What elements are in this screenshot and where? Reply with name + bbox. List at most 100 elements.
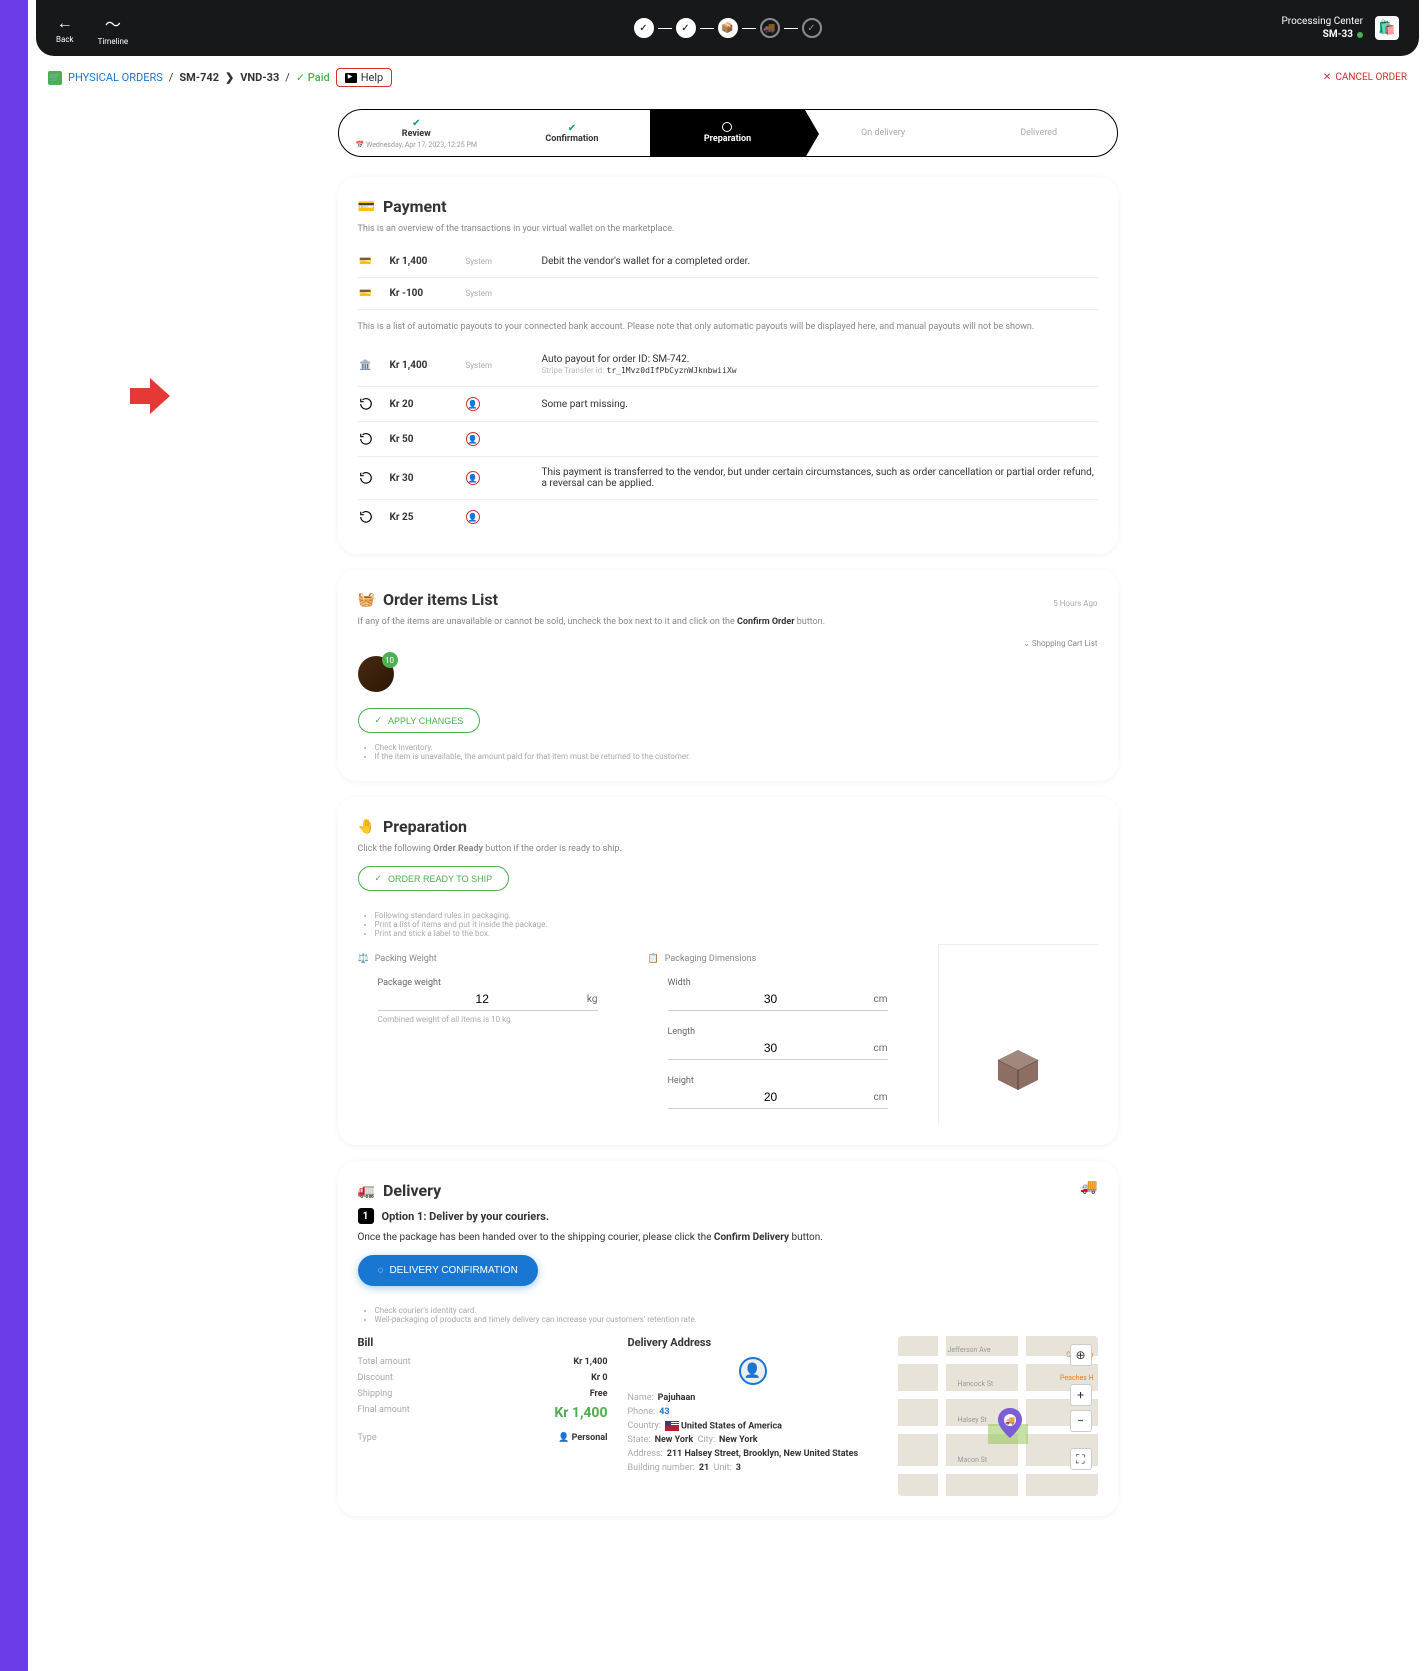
addr-unit: 3 [736,1463,741,1473]
delivery-confirmation-button[interactable]: ◌ DELIVERY CONFIRMATION [358,1255,538,1286]
bill-title: Bill [358,1336,608,1349]
payout-row: 🏛️ Kr 1,400 System Auto payout for order… [358,344,1098,387]
address-title: Delivery Address [628,1336,878,1349]
pay-desc: Auto payout for order ID: SM-742. Stripe… [542,354,1098,376]
step-delivered: Delivered [961,110,1117,156]
pay-amount: Kr 25 [390,512,450,523]
truck-icon: 🚛 [358,1183,375,1199]
weight-icon: ⚖️ [358,954,369,964]
height-input[interactable] [668,1090,874,1104]
breadcrumb: 🛒 PHYSICAL ORDERS / SM-742 ❯ VND-33 / ✓ … [48,68,392,87]
payment-card: 💳 Payment This is an overview of the tra… [338,177,1118,554]
map-label: Hancock St [958,1380,994,1388]
order-items-sub: If any of the items are unavailable or c… [358,617,1098,627]
addr-phone[interactable]: 43 [659,1407,669,1417]
order-stepper: ✔ Review 📅 Wednesday, Apr 17, 2023, 12:2… [338,109,1118,157]
bill-final: Kr 1,400 [554,1405,607,1421]
bill-discount: Kr 0 [591,1373,607,1383]
payout-row: Kr 20 👤 Some part missing. [358,387,1098,422]
weight-input[interactable] [378,992,587,1006]
bank-icon: 🏛️ [358,360,374,371]
payment-row: 💳 Kr -100 System [358,278,1098,310]
address-section: Delivery Address 👤 Name:Pajuhaan Phone:4… [628,1336,878,1496]
length-label: Length [668,1027,888,1037]
delivery-map[interactable]: Jefferson Ave Hancock St Halsey St Macon… [898,1336,1098,1496]
payment-title: Payment [383,197,447,216]
width-unit: cm [873,994,887,1005]
prog-step-1: ✓ [634,18,654,38]
check-icon: ✓ [375,715,383,726]
map-label: Jefferson Ave [948,1346,991,1354]
hand-icon: 🤚 [358,819,375,835]
cancel-icon: ✕ [1323,72,1331,83]
weight-label: Package weight [378,978,598,988]
help-button[interactable]: Help [336,68,393,87]
check-icon: ✔ [412,118,420,129]
width-input[interactable] [668,992,874,1006]
user-badge-icon: 👤 [466,510,480,524]
bag-icon[interactable]: 🛍️ [1375,16,1399,40]
step-confirmation: ✔ Confirmation [494,110,650,156]
card-icon: 💳 [358,288,374,299]
order-items-tips: Check inventory. If the item is unavaila… [358,743,1098,761]
step-date: 📅 Wednesday, Apr 17, 2023, 12:25 PM [356,141,477,149]
preparation-title: Preparation [383,817,467,836]
option-1-header: 1 Option 1: Deliver by your couriers. [358,1208,1098,1224]
packing-weight-header: ⚖️ Packing Weight [358,954,618,964]
map-fullscreen-button[interactable]: ⛶ [1070,1448,1092,1470]
payment-row: 💳 Kr 1,400 System Debit the vendor's wal… [358,246,1098,278]
bill-total: Kr 1,400 [573,1357,607,1367]
addr-state: New York [655,1435,694,1445]
bc-vendor: VND-33 [240,71,279,84]
map-zoom-in-button[interactable]: + [1070,1384,1092,1406]
bc-physical-orders[interactable]: PHYSICAL ORDERS [68,71,163,84]
delivery-sub: Once the package has been handed over to… [358,1232,1098,1243]
map-label: Macon St [958,1456,988,1464]
preparation-tips: Following standard rules in packaging. P… [358,911,1098,938]
progress-indicator: ✓ ✓ 📦 🚚 ✓ [634,18,822,38]
weight-hint: Combined weight of all items is 10 kg [378,1015,598,1024]
shopping-cart-list-link[interactable]: ⌄ Shopping Cart List [358,639,1098,648]
breadcrumb-bar: 🛒 PHYSICAL ORDERS / SM-742 ❯ VND-33 / ✓ … [28,56,1427,99]
play-icon [345,73,357,83]
pc-title: Processing Center [1281,16,1363,27]
length-input[interactable] [668,1041,874,1055]
timeline-button[interactable]: 〜 Timeline [98,11,129,46]
truck-icon: 🚚 [1080,1179,1097,1195]
back-button[interactable]: ← Back [56,13,74,44]
order-type-icon: 🛒 [48,71,62,85]
user-badge-icon: 👤 [466,432,480,446]
arrow-pointer-icon [130,378,170,414]
timeline-icon: 〜 [105,11,121,35]
arrow-left-icon: ← [57,13,73,33]
apply-changes-button[interactable]: ✓ APPLY CHANGES [358,708,481,733]
option-num-icon: 1 [358,1208,374,1224]
top-bar: ← Back 〜 Timeline ✓ ✓ 📦 🚚 ✓ [36,0,1419,56]
circle-icon [722,122,732,132]
addr-city: New York [719,1435,758,1445]
payout-row: Kr 25 👤 [358,500,1098,534]
check-icon: ✔ [568,123,576,134]
prog-step-5: ✓ [802,18,822,38]
step-review: ✔ Review 📅 Wednesday, Apr 17, 2023, 12:2… [339,110,495,156]
refund-icon [358,432,374,446]
card-icon: 💳 [358,256,374,267]
basket-icon: 🧺 [358,592,375,608]
addr-building: 21 [699,1463,709,1473]
person-icon: 👤 [558,1433,569,1443]
refund-icon [358,397,374,411]
map-zoom-out-button[interactable]: − [1070,1410,1092,1432]
credit-card-icon: 💳 [358,199,375,215]
map-locate-button[interactable]: ⊕ [1070,1344,1092,1366]
item-list: 10 [358,656,1098,692]
order-ready-button[interactable]: ✓ ORDER READY TO SHIP [358,866,510,891]
box-visualization [938,944,1098,1125]
qty-badge: 10 [382,652,398,668]
cancel-order-button[interactable]: ✕ CANCEL ORDER [1323,72,1407,83]
pay-desc: Some part missing. [542,399,1098,410]
pay-amount: Kr 50 [390,434,450,445]
product-thumbnail[interactable]: 10 [358,656,394,692]
prog-step-4: 🚚 [760,18,780,38]
pay-amount: Kr 1,400 [390,360,450,371]
length-unit: cm [873,1043,887,1054]
